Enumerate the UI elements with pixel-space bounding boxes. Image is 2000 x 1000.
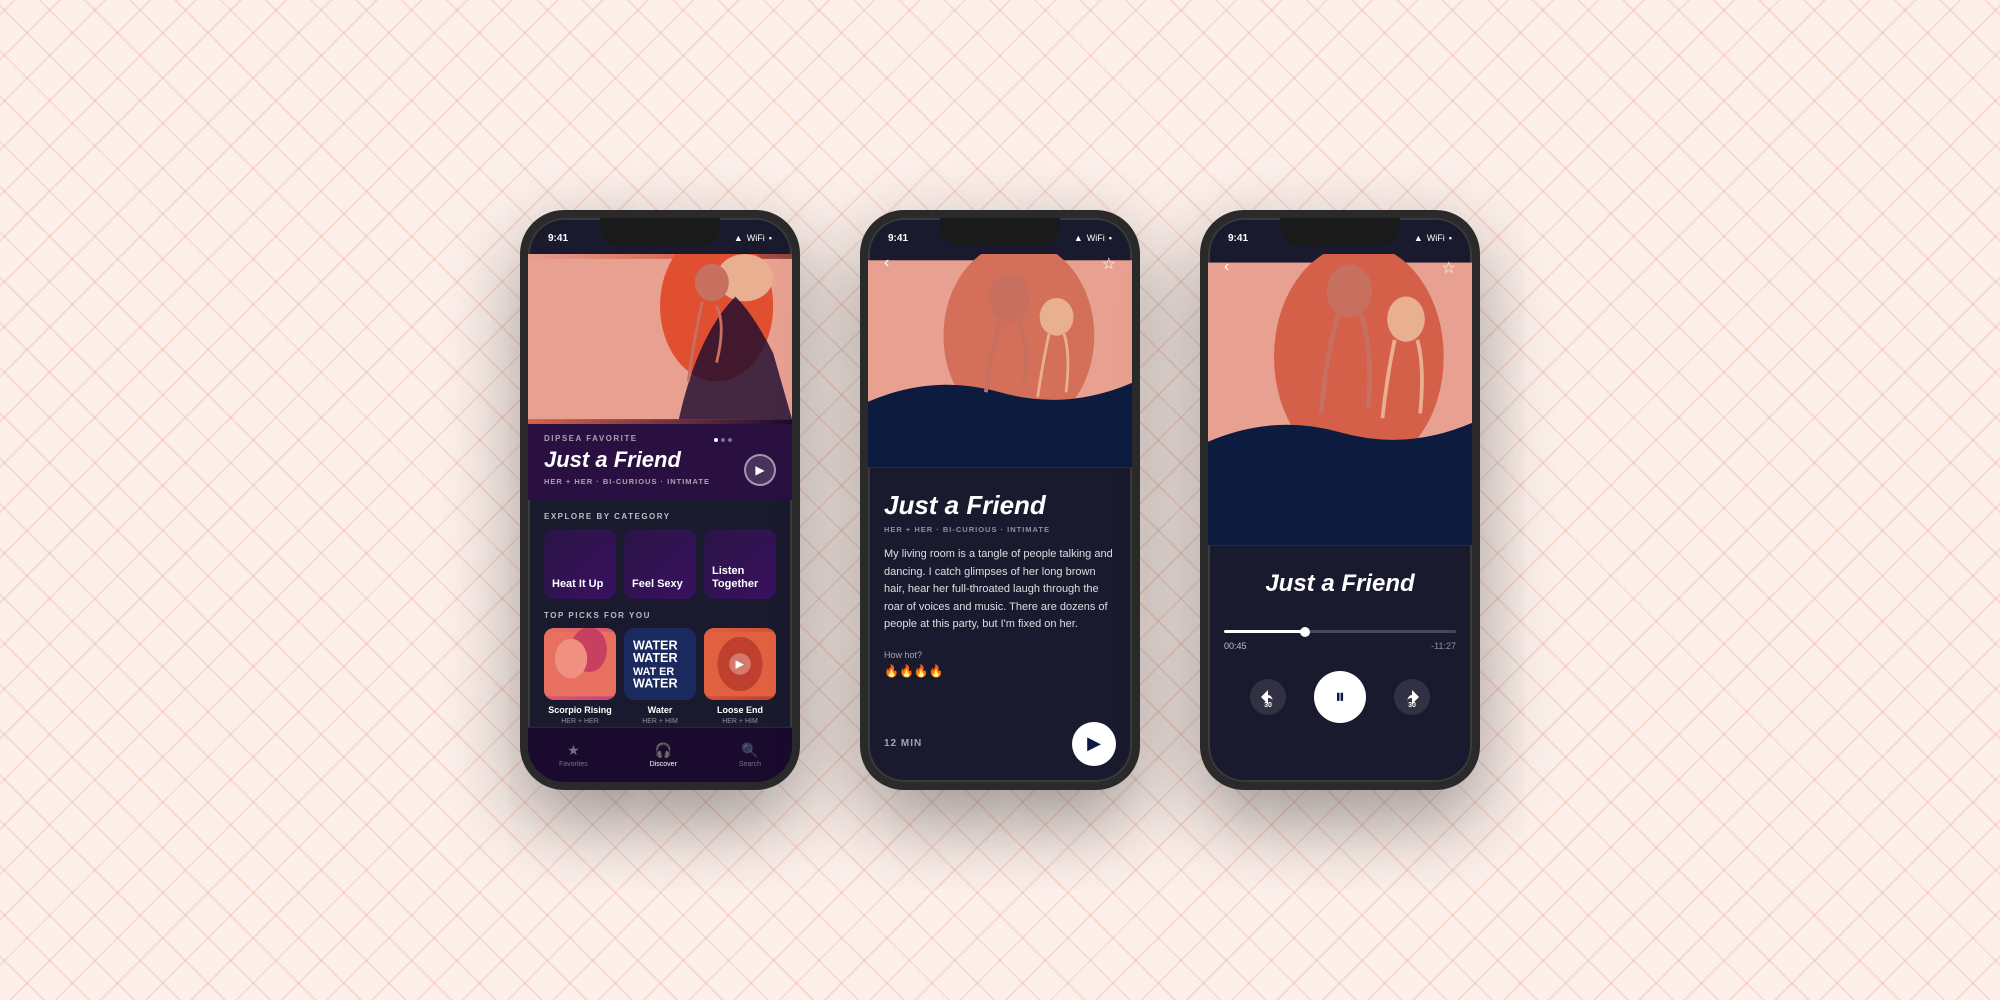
back-button-2[interactable]: ‹ bbox=[884, 254, 889, 272]
status-time-1: 9:41 bbox=[548, 233, 568, 244]
status-icons-3: ▲ WiFi ▪ bbox=[1414, 233, 1452, 243]
discover-icon: 🎧 bbox=[655, 742, 672, 759]
featured-tags: HER + HER · BI-CURIOUS · INTIMATE bbox=[544, 477, 776, 486]
rewind-button[interactable]: 30 bbox=[1250, 679, 1286, 715]
battery-icon-2: ▪ bbox=[1109, 233, 1112, 243]
battery-icon: ▪ bbox=[769, 233, 772, 243]
pick-tags-scorpio: HER + HER bbox=[544, 718, 616, 725]
wifi-icon-2: WiFi bbox=[1087, 233, 1105, 243]
signal-icon-2: ▲ bbox=[1074, 233, 1083, 243]
story-screen: Just a Friend HER + HER · BI-CURIOUS · I… bbox=[868, 254, 1132, 782]
signal-icon-3: ▲ bbox=[1414, 233, 1423, 243]
wifi-icon-3: WiFi bbox=[1427, 233, 1445, 243]
story-content: Just a Friend HER + HER · BI-CURIOUS · I… bbox=[868, 474, 1132, 714]
progress-thumb bbox=[1300, 627, 1310, 637]
dot-1 bbox=[714, 438, 718, 442]
tab-search-label: Search bbox=[739, 761, 761, 768]
story-description: My living room is a tangle of people tal… bbox=[884, 546, 1116, 634]
tab-bar-1: ★ Favorites 🎧 Discover 🔍 Search bbox=[528, 727, 792, 782]
status-bar-2: 9:41 ▲ WiFi ▪ bbox=[868, 218, 1132, 254]
story-title: Just a Friend bbox=[884, 490, 1116, 521]
star-button-3[interactable]: ☆ bbox=[1442, 258, 1456, 278]
time-row: 00:45 -11:27 bbox=[1208, 641, 1472, 651]
pick-title-water: Water bbox=[624, 705, 696, 716]
progress-bar[interactable] bbox=[1224, 630, 1456, 633]
search-icon: 🔍 bbox=[741, 742, 758, 759]
favorites-icon: ★ bbox=[567, 742, 580, 759]
story-play-button[interactable]: ▶ bbox=[1072, 722, 1116, 766]
category-heat-it-up[interactable]: Heat It Up bbox=[544, 529, 616, 599]
progress-fill bbox=[1224, 630, 1305, 633]
picks-section-title: TOP PICKS FOR YOU bbox=[528, 599, 792, 628]
status-time-3: 9:41 bbox=[1228, 233, 1248, 244]
player-title: Just a Friend bbox=[1224, 570, 1456, 598]
phone-3: 9:41 ▲ WiFi ▪ ‹ ☆ bbox=[1200, 210, 1480, 790]
signal-icon: ▲ bbox=[734, 233, 743, 243]
status-time-2: 9:41 bbox=[888, 233, 908, 244]
phone-2: 9:41 ▲ WiFi ▪ ‹ ☆ bbox=[860, 210, 1140, 790]
tab-search[interactable]: 🔍 Search bbox=[739, 742, 761, 768]
tab-discover-label: Discover bbox=[650, 761, 677, 768]
tab-favorites[interactable]: ★ Favorites bbox=[559, 742, 588, 768]
status-icons-2: ▲ WiFi ▪ bbox=[1074, 233, 1112, 243]
story-duration: 12 MIN bbox=[884, 738, 922, 749]
pick-thumb-loose-end: ▶ bbox=[704, 628, 776, 700]
category-feel-sexy[interactable]: Feel Sexy bbox=[624, 529, 696, 599]
discover-screen: DIPSEA FAVORITE Just a Friend HER + HER … bbox=[528, 254, 792, 782]
controls-row: 30 ⏸ 30 bbox=[1208, 671, 1472, 723]
status-bar-1: 9:41 ▲ WiFi ▪ bbox=[528, 218, 792, 254]
status-icons-1: ▲ WiFi ▪ bbox=[734, 233, 772, 243]
featured-section: DIPSEA FAVORITE Just a Friend HER + HER … bbox=[528, 424, 792, 500]
dot-2 bbox=[721, 438, 725, 442]
hot-icons: 🔥🔥🔥🔥 bbox=[884, 664, 1116, 678]
svg-text:WATER: WATER bbox=[633, 651, 678, 665]
star-button-2[interactable]: ☆ bbox=[1102, 254, 1116, 274]
featured-label: DIPSEA FAVORITE bbox=[544, 434, 776, 443]
svg-text:WATER: WATER bbox=[633, 676, 678, 690]
featured-title: Just a Friend bbox=[544, 447, 776, 473]
pick-tags-loose-end: HER + HIM bbox=[704, 718, 776, 725]
phone-1: 9:41 ▲ WiFi ▪ bbox=[520, 210, 800, 790]
category-label-heat: Heat It Up bbox=[552, 578, 603, 591]
pause-button[interactable]: ⏸ bbox=[1314, 671, 1366, 723]
how-hot-label: How hot? bbox=[884, 650, 1116, 660]
pick-thumb-scorpio bbox=[544, 628, 616, 700]
pick-scorpio[interactable]: Scorpio Rising HER + HER ★★☆☆☆ bbox=[544, 628, 616, 734]
player-art bbox=[1208, 254, 1472, 554]
picks-grid: Scorpio Rising HER + HER ★★☆☆☆ WATER WAT… bbox=[528, 628, 792, 734]
category-label-sexy: Feel Sexy bbox=[632, 578, 683, 591]
battery-icon-3: ▪ bbox=[1449, 233, 1452, 243]
svg-text:▶: ▶ bbox=[736, 659, 745, 671]
time-remaining: -11:27 bbox=[1431, 641, 1456, 651]
featured-play-button[interactable]: ▶ bbox=[744, 454, 776, 486]
player-content: Just a Friend bbox=[1208, 554, 1472, 630]
dot-3 bbox=[728, 438, 732, 442]
pick-title-loose-end: Loose End bbox=[704, 705, 776, 716]
pick-water[interactable]: WATER WATER WAT ER WATER Water HER + HIM… bbox=[624, 628, 696, 734]
status-bar-3: 9:41 ▲ WiFi ▪ bbox=[1208, 218, 1472, 254]
carousel-dots bbox=[714, 438, 732, 442]
category-listen-together[interactable]: Listen Together bbox=[704, 529, 776, 599]
hero-image bbox=[528, 254, 792, 424]
pick-tags-water: HER + HIM bbox=[624, 718, 696, 725]
wifi-icon: WiFi bbox=[747, 233, 765, 243]
player-screen: Just a Friend 00:45 -11:27 30 ⏸ 30 bbox=[1208, 254, 1472, 782]
pick-thumb-water: WATER WATER WAT ER WATER bbox=[624, 628, 696, 700]
tab-discover[interactable]: 🎧 Discover bbox=[650, 742, 677, 768]
time-current: 00:45 bbox=[1224, 641, 1247, 651]
back-button-3[interactable]: ‹ bbox=[1224, 258, 1229, 276]
forward-button[interactable]: 30 bbox=[1394, 679, 1430, 715]
pick-loose-end[interactable]: ▶ Loose End HER + HIM ★★☆☆☆ bbox=[704, 628, 776, 734]
tab-favorites-label: Favorites bbox=[559, 761, 588, 768]
story-art bbox=[868, 254, 1132, 474]
story-footer: 12 MIN ▶ bbox=[868, 722, 1132, 766]
story-tags: HER + HER · BI-CURIOUS · INTIMATE bbox=[884, 525, 1116, 534]
category-grid: Heat It Up Feel Sexy Listen Together bbox=[528, 529, 792, 599]
pick-title-scorpio: Scorpio Rising bbox=[544, 705, 616, 716]
explore-section-title: EXPLORE BY CATEGORY bbox=[528, 500, 792, 529]
category-label-listen: Listen Together bbox=[712, 565, 768, 591]
